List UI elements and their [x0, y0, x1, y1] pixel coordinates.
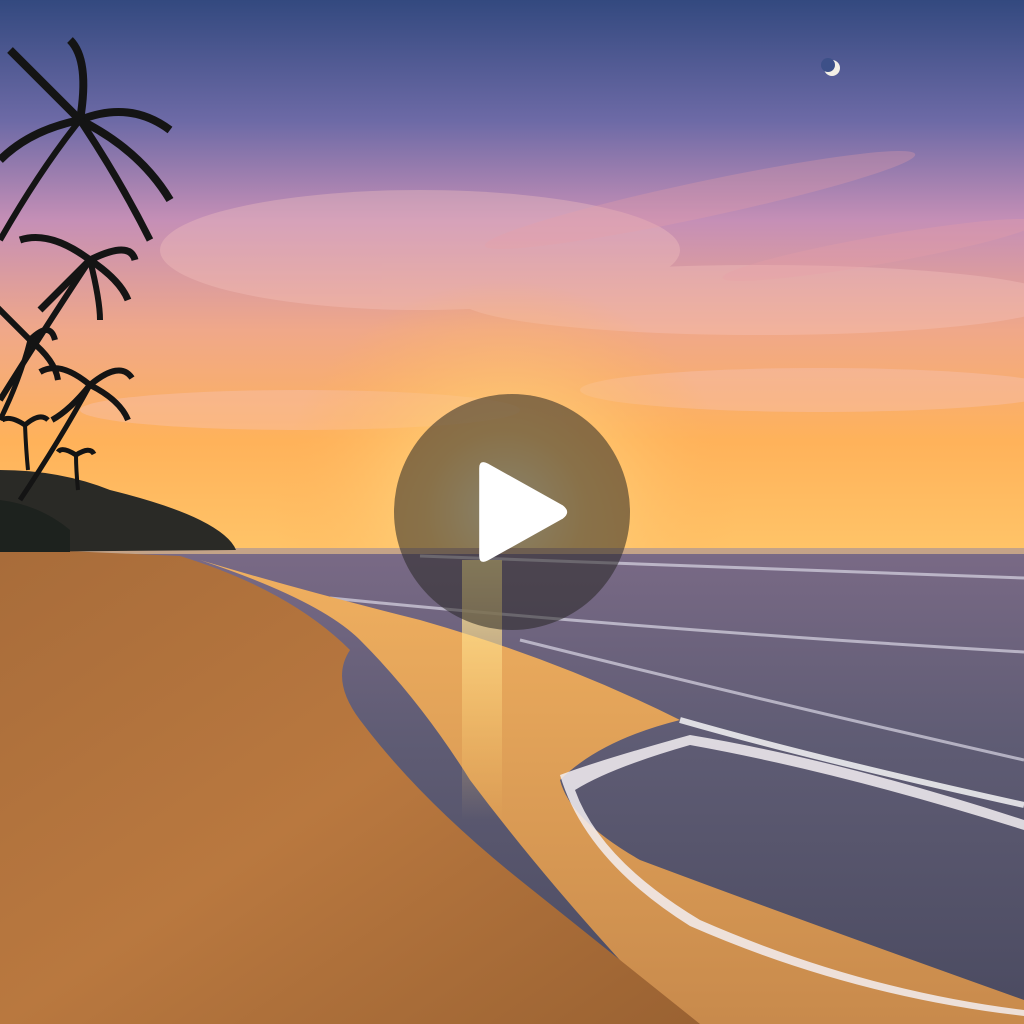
play-icon [479, 462, 568, 562]
play-button[interactable] [394, 394, 630, 630]
video-player[interactable] [0, 0, 1024, 1024]
